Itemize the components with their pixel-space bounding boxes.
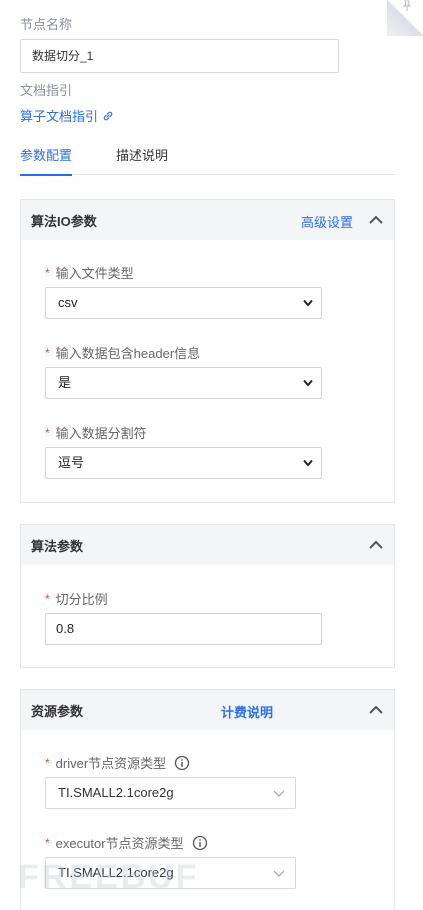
- chevron-up-icon[interactable]: [368, 538, 384, 550]
- driver-resource-select[interactable]: TI.SMALL2.1core2g: [45, 777, 296, 809]
- required-mark: *: [45, 591, 50, 606]
- resource-params-title: 资源参数: [31, 704, 84, 719]
- tab-bar: 参数配置 描述说明: [20, 146, 395, 176]
- file-type-label-text: 输入文件类型: [55, 266, 134, 281]
- chevron-down-icon: [303, 379, 313, 387]
- header-info-label-text: 输入数据包含header信息: [55, 346, 201, 361]
- executor-resource-label-text: executor节点资源类型: [55, 836, 184, 851]
- io-params-section: 算法IO参数 高级设置 * 输入文件类型 csv * 输入数据包含header信…: [20, 199, 395, 503]
- node-name-input[interactable]: 数据切分_1: [20, 39, 339, 73]
- split-ratio-input[interactable]: 0.8: [45, 613, 322, 645]
- doc-guide-label: 文档指引: [20, 83, 73, 98]
- tab-description[interactable]: 描述说明: [116, 146, 168, 175]
- driver-resource-label-text: driver节点资源类型: [55, 756, 167, 771]
- file-type-value: csv: [58, 295, 78, 310]
- executor-resource-label: * executor节点资源类型: [45, 833, 208, 852]
- driver-resource-label: * driver节点资源类型: [45, 753, 190, 772]
- algo-params-title: 算法参数: [31, 539, 84, 554]
- file-type-label: * 输入文件类型: [45, 263, 134, 282]
- split-ratio-label-text: 切分比例: [55, 592, 108, 607]
- chevron-down-icon: [303, 299, 313, 307]
- header-info-value: 是: [58, 375, 72, 390]
- required-mark: *: [45, 755, 50, 770]
- advanced-settings-link[interactable]: 高级设置: [301, 212, 353, 231]
- operator-doc-link[interactable]: 算子文档指引: [20, 106, 114, 125]
- billing-info-link[interactable]: 计费说明: [221, 702, 273, 721]
- tab-param-config[interactable]: 参数配置: [20, 146, 73, 176]
- delimiter-select[interactable]: 逗号: [45, 447, 322, 479]
- file-type-select[interactable]: csv: [45, 287, 322, 319]
- required-mark: *: [45, 425, 50, 440]
- delimiter-label-text: 输入数据分割符: [55, 426, 147, 441]
- header-info-select[interactable]: 是: [45, 367, 322, 399]
- chevron-up-icon[interactable]: [368, 703, 384, 715]
- algo-params-section: 算法参数 * 切分比例 0.8: [20, 524, 395, 668]
- operator-doc-link-text[interactable]: 算子文档指引: [20, 106, 98, 125]
- node-name-label: 节点名称: [20, 17, 73, 32]
- required-mark: *: [45, 345, 50, 360]
- resource-params-header[interactable]: 资源参数 计费说明: [21, 690, 394, 730]
- chevron-down-icon: [303, 459, 313, 467]
- required-mark: *: [45, 835, 50, 850]
- executor-resource-value: TI.SMALL2.1core2g: [58, 865, 174, 880]
- executor-resource-select[interactable]: TI.SMALL2.1core2g: [45, 857, 296, 889]
- delimiter-label: * 输入数据分割符: [45, 423, 147, 442]
- resource-params-section: 资源参数 计费说明 * driver节点资源类型 TI.SMALL2.1core…: [20, 689, 395, 910]
- link-icon: [103, 111, 113, 120]
- required-mark: *: [45, 265, 50, 280]
- info-icon[interactable]: [192, 835, 208, 851]
- driver-resource-value: TI.SMALL2.1core2g: [58, 785, 174, 800]
- split-ratio-label: * 切分比例: [45, 589, 108, 608]
- info-icon[interactable]: [174, 755, 190, 771]
- delimiter-value: 逗号: [58, 455, 85, 470]
- io-params-header[interactable]: 算法IO参数 高级设置: [21, 200, 394, 240]
- io-params-title: 算法IO参数: [31, 214, 97, 229]
- chevron-up-icon[interactable]: [368, 213, 384, 225]
- chevron-down-icon: [273, 870, 285, 877]
- pin-icon[interactable]: [401, 0, 413, 12]
- chevron-down-icon: [273, 790, 285, 797]
- algo-params-header[interactable]: 算法参数: [21, 525, 394, 565]
- header-info-label: * 输入数据包含header信息: [45, 343, 200, 362]
